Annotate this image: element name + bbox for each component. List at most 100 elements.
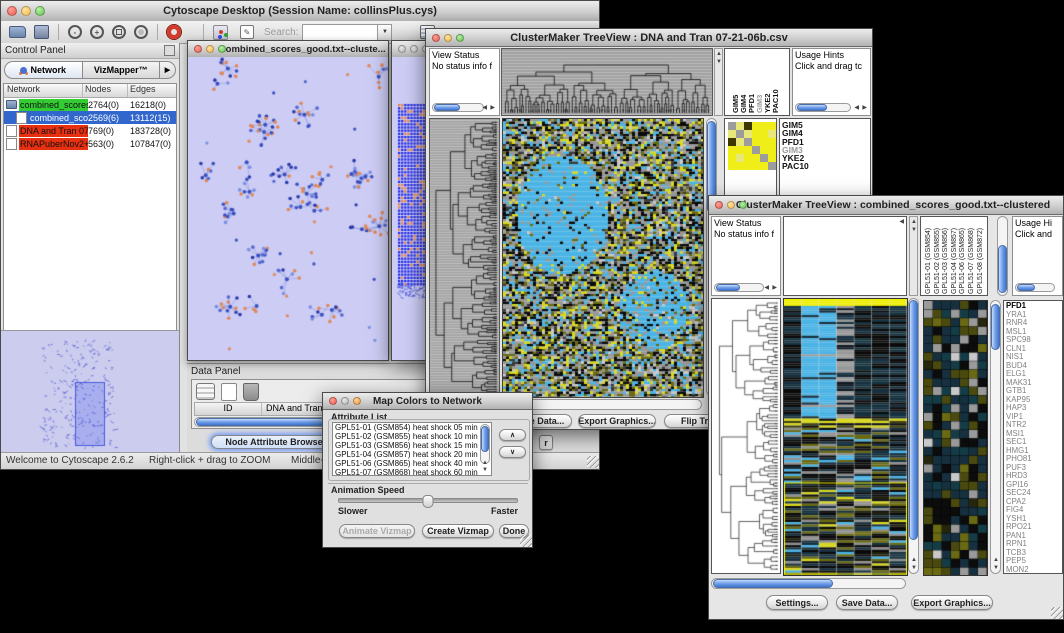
treeview2-labels-vscroll[interactable] bbox=[997, 216, 1008, 296]
delete-attribute-icon[interactable] bbox=[243, 383, 259, 401]
minimize-button[interactable] bbox=[727, 201, 735, 209]
search-input[interactable] bbox=[302, 24, 378, 41]
partial-attribute-tab[interactable]: r bbox=[539, 435, 553, 450]
network-overview-panel[interactable] bbox=[1, 330, 179, 453]
view-status-hscroll[interactable] bbox=[432, 103, 484, 112]
treeview1-column-dendrogram[interactable] bbox=[501, 48, 713, 116]
usage-hints-hscroll[interactable] bbox=[1015, 283, 1055, 292]
zoom-button[interactable] bbox=[739, 201, 747, 209]
zoom-fit-icon[interactable] bbox=[134, 25, 148, 39]
attribute-list-item[interactable]: GPL51-07 (GSM868) heat shock 60 min bbox=[335, 468, 491, 476]
scroll-right-icon[interactable]: ▶ bbox=[862, 105, 867, 111]
treeview2-column-dendrogram[interactable]: ◀ bbox=[783, 216, 907, 296]
treeview2-vscroll[interactable]: ▲ ▼ bbox=[908, 298, 919, 574]
usage-hints-hscroll[interactable] bbox=[795, 103, 851, 112]
treeview2-hscroll[interactable] bbox=[711, 578, 906, 589]
attribute-list-item[interactable]: GPL51-02 (GSM855) heat shock 10 min bbox=[335, 432, 491, 441]
resize-grip[interactable] bbox=[520, 535, 532, 547]
treeview2-genes-vscroll[interactable]: ▲ ▼ bbox=[990, 300, 1001, 574]
float-panel-icon[interactable] bbox=[164, 45, 175, 56]
vizmapper-icon[interactable] bbox=[213, 25, 228, 40]
attribute-list-item[interactable]: GPL51-03 (GSM856) heat shock 15 min bbox=[335, 441, 491, 450]
zoom-button[interactable] bbox=[456, 34, 464, 42]
save-data-button[interactable]: Save Data... bbox=[836, 595, 898, 610]
slider-thumb[interactable] bbox=[423, 495, 434, 508]
annotation-icon[interactable]: ✎ bbox=[240, 25, 254, 39]
save-icon[interactable] bbox=[34, 25, 49, 39]
main-window-controls[interactable] bbox=[7, 6, 45, 16]
attribute-list-item[interactable]: GPL51-06 (GSM865) heat shock 40 min bbox=[335, 459, 491, 468]
scroll-down-icon[interactable]: ▼ bbox=[482, 467, 488, 473]
treeview2-zoom-heatmap[interactable] bbox=[923, 300, 988, 576]
treeview1-submatrix-heatmap[interactable] bbox=[728, 122, 776, 170]
network-row[interactable]: RNAPuberNov2+l563(0)107847(0) bbox=[4, 137, 176, 150]
zoom-out-icon[interactable]: - bbox=[68, 25, 82, 39]
treeview2-titlebar[interactable]: ClusterMaker TreeView : combined_scores_… bbox=[709, 196, 1063, 215]
tab-overflow-arrow[interactable]: ▶ bbox=[160, 61, 176, 79]
treeview1-heatmap[interactable] bbox=[502, 118, 704, 398]
minimize-button[interactable] bbox=[21, 6, 31, 16]
scroll-thumb[interactable] bbox=[713, 579, 833, 588]
tab-network[interactable]: Network bbox=[4, 61, 83, 79]
attribute-listbox[interactable]: GPL51-01 (GSM854) heat shock 05 minGPL51… bbox=[332, 422, 492, 476]
close-button[interactable] bbox=[432, 34, 440, 42]
close-button[interactable] bbox=[329, 397, 337, 405]
scroll-left-icon[interactable]: ◀ bbox=[854, 105, 859, 111]
network-table-header[interactable]: Network Nodes Edges bbox=[4, 84, 176, 98]
resize-grip[interactable] bbox=[1051, 607, 1063, 619]
close-button[interactable] bbox=[398, 45, 406, 53]
network-row[interactable]: combined_scores2764(0)16218(0) bbox=[4, 98, 176, 111]
settings-button[interactable]: Settings... bbox=[766, 595, 828, 610]
treeview1-scroll-strip[interactable]: ▲ ▼ bbox=[714, 48, 723, 116]
zoom-button[interactable] bbox=[35, 6, 45, 16]
close-button[interactable] bbox=[194, 45, 202, 53]
resize-grip[interactable] bbox=[587, 456, 599, 468]
zoom-in-icon[interactable]: + bbox=[90, 25, 104, 39]
search-dropdown-arrow[interactable]: ▼ bbox=[378, 24, 392, 41]
scroll-thumb[interactable] bbox=[991, 304, 1000, 350]
minimize-button[interactable] bbox=[444, 34, 452, 42]
close-button[interactable] bbox=[715, 201, 723, 209]
treeview2-scroll-strip[interactable]: ▲ ▼ bbox=[909, 216, 918, 296]
create-vizmap-button[interactable]: Create Vizmap bbox=[422, 524, 494, 538]
export-graphics-button[interactable]: Export Graphics... bbox=[911, 595, 993, 610]
minimize-button[interactable] bbox=[206, 45, 214, 53]
scroll-left-icon[interactable]: ◀ bbox=[764, 285, 769, 291]
zoom-button[interactable] bbox=[353, 397, 361, 405]
treeview2-row-dendrogram[interactable] bbox=[711, 298, 781, 574]
animation-speed-slider[interactable] bbox=[338, 498, 518, 503]
move-down-button[interactable]: ∨ bbox=[499, 446, 526, 458]
network-canvas-1[interactable] bbox=[188, 57, 388, 360]
network-row[interactable]: DNA and Tran 07769(0)183728(0) bbox=[4, 124, 176, 137]
zoom-selected-icon[interactable] bbox=[112, 25, 126, 39]
scroll-right-icon[interactable]: ▶ bbox=[772, 285, 777, 291]
tab-vizmapper[interactable]: VizMapper™ bbox=[83, 61, 161, 79]
close-button[interactable] bbox=[7, 6, 17, 16]
view-status-hscroll[interactable] bbox=[714, 283, 764, 292]
help-ring-icon[interactable] bbox=[167, 25, 181, 39]
scroll-thumb[interactable] bbox=[998, 245, 1007, 293]
scroll-right-icon[interactable]: ▶ bbox=[490, 105, 495, 111]
node-attribute-browser-tab[interactable]: Node Attribute Browse bbox=[211, 435, 337, 449]
attribute-list-item[interactable]: GPL51-04 (GSM857) heat shock 20 min bbox=[335, 450, 491, 459]
minimize-button[interactable] bbox=[341, 397, 349, 405]
move-up-button[interactable]: ∧ bbox=[499, 429, 526, 441]
new-attribute-icon[interactable] bbox=[221, 383, 237, 401]
treeview1-row-dendrogram[interactable] bbox=[429, 118, 500, 396]
attribute-list-item[interactable]: GPL51-01 (GSM854) heat shock 05 min bbox=[335, 423, 491, 432]
zoom-button[interactable] bbox=[218, 45, 226, 53]
scroll-left-icon[interactable]: ◀ bbox=[482, 105, 487, 111]
open-folder-icon[interactable] bbox=[9, 26, 26, 38]
network-row[interactable]: combined_sco2569(6)13112(15) bbox=[4, 111, 176, 124]
animate-vizmap-button[interactable]: Animate Vizmap bbox=[339, 524, 415, 538]
minimize-button[interactable] bbox=[410, 45, 418, 53]
dialog-titlebar[interactable]: Map Colors to Network bbox=[323, 393, 532, 410]
treeview2-heatmap[interactable] bbox=[783, 298, 908, 576]
scroll-thumb[interactable] bbox=[481, 426, 489, 452]
table-mode-icon[interactable] bbox=[196, 383, 215, 400]
main-titlebar[interactable]: Cytoscape Desktop (Session Name: collins… bbox=[1, 1, 599, 22]
export-graphics-button[interactable]: Export Graphics... bbox=[578, 414, 656, 428]
treeview1-titlebar[interactable]: ClusterMaker TreeView : DNA and Tran 07-… bbox=[426, 29, 872, 47]
scroll-thumb[interactable] bbox=[909, 300, 918, 540]
column-header-id[interactable]: ID bbox=[195, 403, 262, 415]
